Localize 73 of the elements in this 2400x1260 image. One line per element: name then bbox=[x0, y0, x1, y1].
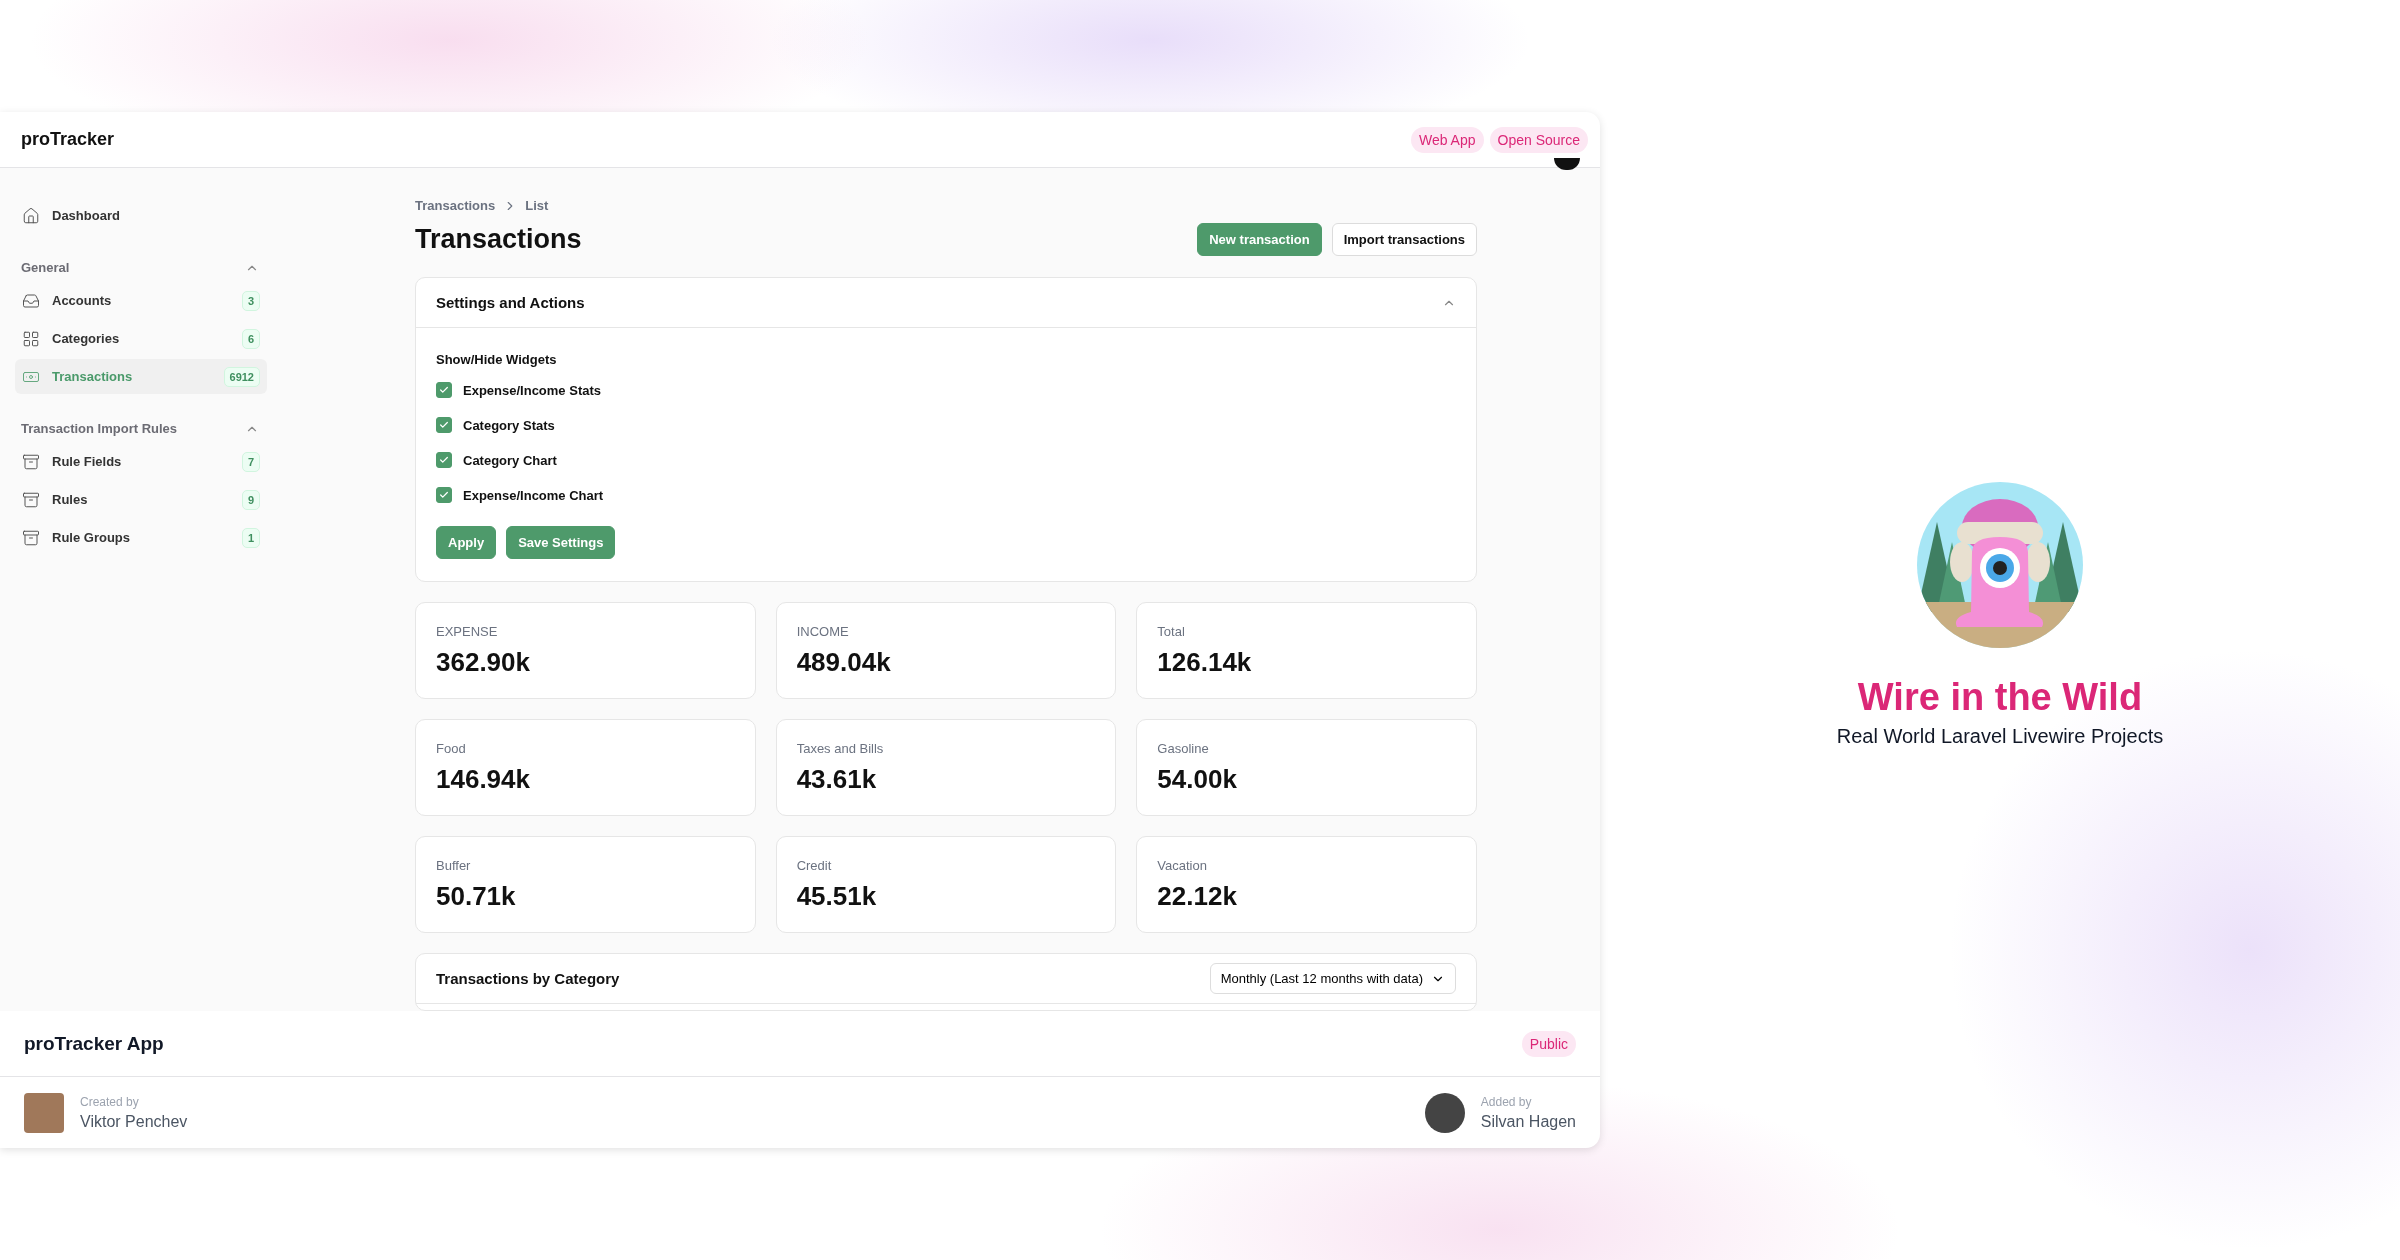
card-title: Settings and Actions bbox=[436, 294, 585, 311]
caption: Added by bbox=[1480, 1094, 1533, 1109]
box-icon bbox=[22, 452, 40, 471]
count-badge: 1 bbox=[241, 527, 260, 548]
stat-value: 45.51k bbox=[796, 880, 878, 912]
stat-label: Buffer bbox=[436, 857, 472, 873]
stat-label: Credit bbox=[796, 857, 833, 873]
checkbox-label: Expense/Income Stats bbox=[463, 382, 601, 398]
box-icon bbox=[22, 490, 40, 509]
breadcrumb-link[interactable]: Transactions bbox=[415, 198, 496, 213]
check-icon bbox=[439, 385, 449, 395]
checkbox-label: Category Stats bbox=[463, 417, 555, 433]
stat-label: Taxes and Bills bbox=[796, 740, 885, 756]
stat-value: 146.94k bbox=[436, 763, 531, 795]
count-badge: 9 bbox=[241, 489, 260, 510]
showcase-subtitle: Real World Laravel Livewire Projects bbox=[1836, 725, 2164, 748]
person-name: Viktor Penchev bbox=[80, 1112, 188, 1131]
stat-value: 362.90k bbox=[436, 646, 531, 678]
nav-group-toggle[interactable]: General bbox=[15, 260, 267, 275]
stat-label: EXPENSE bbox=[436, 623, 499, 639]
sidebar-item[interactable]: Dashboard bbox=[15, 198, 267, 233]
person-name: Silvan Hagen bbox=[1480, 1112, 1576, 1131]
count-badge: 6 bbox=[241, 328, 260, 349]
home-icon bbox=[22, 206, 40, 225]
stat-value: 54.00k bbox=[1157, 763, 1238, 795]
checkbox[interactable] bbox=[436, 382, 452, 398]
checkbox-label: Expense/Income Chart bbox=[463, 487, 604, 503]
page-title: Transactions bbox=[415, 224, 582, 255]
tag: Open Source bbox=[1489, 126, 1588, 153]
caption: Created by bbox=[80, 1094, 140, 1109]
period-select[interactable]: Monthly (Last 12 months with data) bbox=[1209, 963, 1456, 994]
count-badge: 7 bbox=[241, 451, 260, 472]
card-title: Transactions by Category bbox=[436, 970, 620, 987]
breadcrumb-link[interactable]: List bbox=[525, 198, 549, 213]
stat-value: 43.61k bbox=[796, 763, 878, 795]
photo-placeholder bbox=[24, 1092, 64, 1133]
project-title: proTracker App bbox=[24, 1032, 164, 1055]
stat-label: INCOME bbox=[796, 623, 850, 639]
stat-label: Food bbox=[436, 740, 467, 756]
stat-label: Gasoline bbox=[1157, 740, 1210, 756]
stat-value: 489.04k bbox=[796, 646, 892, 678]
check-icon bbox=[439, 490, 449, 500]
stat-label: Vacation bbox=[1157, 857, 1208, 873]
checkbox[interactable] bbox=[436, 487, 452, 503]
user-avatar[interactable] bbox=[1554, 157, 1580, 170]
checkbox[interactable] bbox=[436, 417, 452, 433]
sidebar-item[interactable]: Rules 9 bbox=[15, 482, 267, 517]
stat-label: Total bbox=[1157, 623, 1186, 639]
sidebar-item[interactable]: Accounts 3 bbox=[15, 283, 267, 318]
sidebar-item[interactable]: Rule Groups 1 bbox=[15, 520, 267, 555]
checkbox-label: Category Chart bbox=[463, 452, 557, 468]
checkbox[interactable] bbox=[436, 452, 452, 468]
stat-value: 50.71k bbox=[436, 880, 517, 912]
check-icon bbox=[439, 455, 449, 465]
box-icon bbox=[22, 528, 40, 547]
tray-icon bbox=[22, 291, 40, 310]
stat-value: 126.14k bbox=[1157, 646, 1253, 678]
app-brand[interactable]: proTracker bbox=[21, 129, 115, 150]
nav-group-toggle[interactable]: Transaction Import Rules bbox=[15, 421, 267, 436]
tag: Public bbox=[1521, 1030, 1576, 1057]
import-button[interactable]: Import transactions bbox=[1331, 223, 1477, 256]
count-badge: 6912 bbox=[223, 366, 260, 387]
grid-icon bbox=[22, 329, 40, 348]
showcase-title: Wire in the Wild bbox=[1857, 676, 2143, 719]
sidebar-item[interactable]: Rule Fields 7 bbox=[15, 444, 267, 479]
check-icon bbox=[439, 420, 449, 430]
stat-value: 22.12k bbox=[1157, 880, 1238, 912]
count-badge: 3 bbox=[241, 290, 260, 311]
sidebar-item[interactable]: Categories 6 bbox=[15, 321, 267, 356]
section-label: Show/Hide Widgets bbox=[436, 352, 558, 367]
tag: Web App bbox=[1410, 126, 1484, 153]
sidebar-item[interactable]: Transactions 6912 bbox=[15, 359, 267, 394]
avatar bbox=[1424, 1092, 1465, 1133]
